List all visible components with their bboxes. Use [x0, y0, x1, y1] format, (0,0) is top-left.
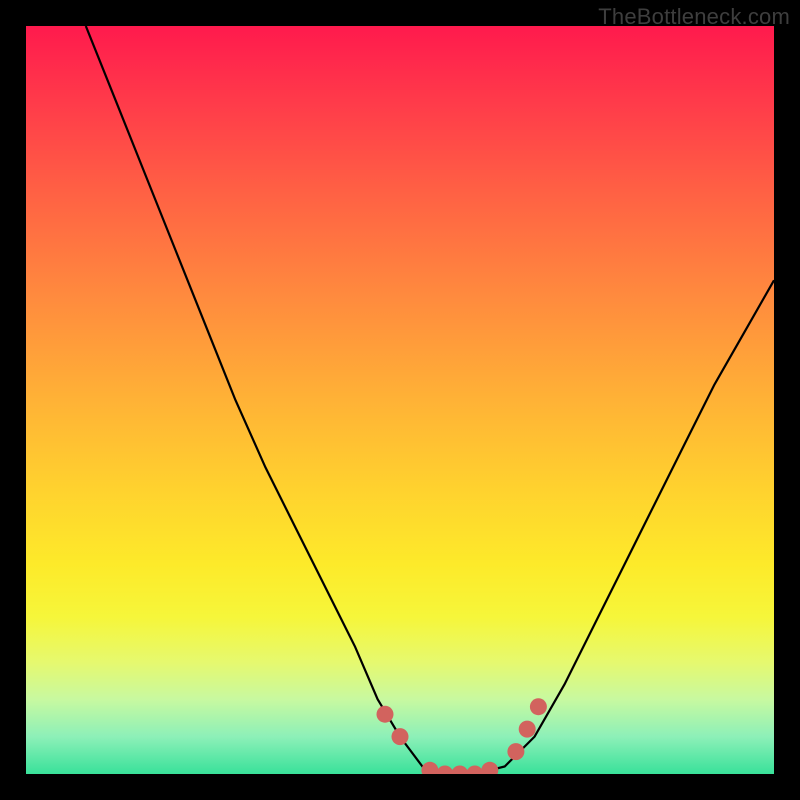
marker-group	[377, 698, 547, 774]
chart-plot-area	[26, 26, 774, 774]
watermark-text: TheBottleneck.com	[598, 4, 790, 30]
marker-tangent-ridge-right-c	[530, 698, 547, 715]
marker-plateau-d	[466, 766, 483, 775]
bottleneck-curve	[86, 26, 774, 774]
marker-tangent-ridge-left-a	[377, 706, 394, 723]
marker-tangent-ridge-right-a	[507, 743, 524, 760]
chart-frame: TheBottleneck.com	[0, 0, 800, 800]
marker-tangent-ridge-right-b	[519, 721, 536, 738]
marker-plateau-b	[436, 766, 453, 775]
marker-plateau-a	[421, 762, 438, 774]
marker-plateau-e	[481, 762, 498, 774]
marker-tangent-ridge-left-b	[392, 728, 409, 745]
marker-plateau-c	[451, 766, 468, 775]
chart-svg	[26, 26, 774, 774]
